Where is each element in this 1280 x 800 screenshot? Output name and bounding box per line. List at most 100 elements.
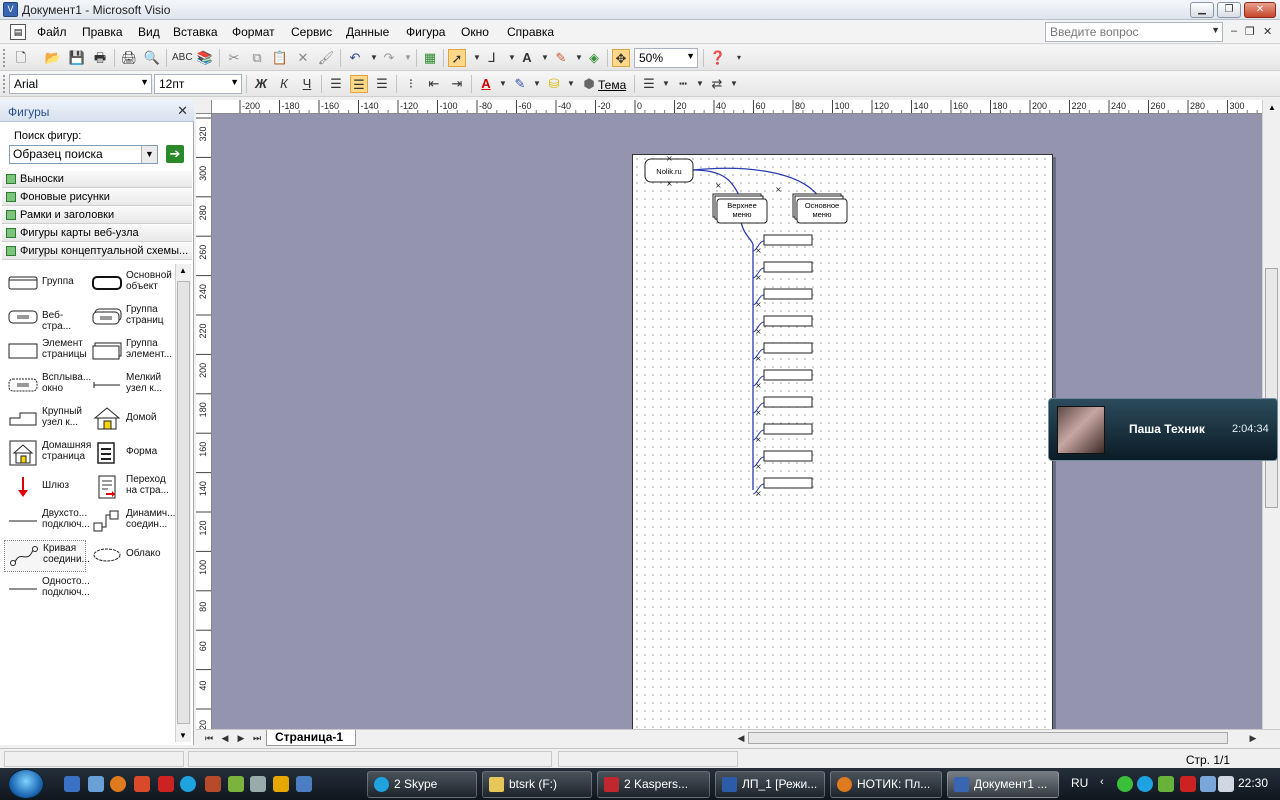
- first-page-icon[interactable]: ⏮: [202, 731, 216, 745]
- scroll-down-icon[interactable]: ▼: [179, 731, 187, 740]
- stencil-callouts[interactable]: Выноски: [2, 171, 192, 188]
- bold-icon[interactable]: Ж: [252, 75, 270, 93]
- scroll-right-icon[interactable]: ▶: [1246, 731, 1260, 745]
- child-node[interactable]: [763, 369, 813, 381]
- shape-dynamic-connector[interactable]: Динамич... соедин...: [88, 506, 175, 538]
- node-main-menu[interactable]: Основное меню: [792, 193, 848, 224]
- font-color-icon[interactable]: A: [477, 75, 495, 93]
- menu-help[interactable]: Справка: [507, 25, 554, 39]
- drawing-tool-icon[interactable]: ✎: [552, 49, 570, 67]
- menu-file[interactable]: Файл: [37, 25, 67, 39]
- scroll-up-icon[interactable]: ▲: [1268, 103, 1276, 112]
- print-preview-icon[interactable]: 🔍: [143, 49, 161, 67]
- toolbar-grip[interactable]: [3, 75, 6, 93]
- language-indicator[interactable]: RU: [1071, 776, 1088, 790]
- shape-page-group[interactable]: Группа страниц: [88, 302, 170, 334]
- menu-data[interactable]: Данные: [346, 25, 389, 39]
- shape-large-node[interactable]: Крупный узел к...: [4, 404, 86, 436]
- shape-form[interactable]: Форма: [88, 438, 170, 470]
- line-ends-icon[interactable]: ⇄: [708, 75, 726, 93]
- prev-page-icon[interactable]: ◀: [218, 731, 232, 745]
- align-left-icon[interactable]: ☰: [327, 75, 345, 93]
- open-folder-icon[interactable]: 📂: [44, 49, 62, 67]
- shape-curved-connector[interactable]: Кривая соедини...: [4, 540, 90, 572]
- permission-icon[interactable]: 🖶: [91, 49, 109, 67]
- shape-small-node[interactable]: Мелкий узел к...: [88, 370, 170, 402]
- skype-notification[interactable]: Паша Техник 2:04:34: [1048, 398, 1278, 461]
- stencil-backgrounds[interactable]: Фоновые рисунки: [2, 189, 192, 206]
- media-player-icon[interactable]: [273, 776, 289, 792]
- task-word-doc[interactable]: ЛП_1 [Режи...: [715, 771, 825, 798]
- undo-icon[interactable]: ↶: [346, 49, 364, 67]
- explorer-icon[interactable]: [88, 776, 104, 792]
- fill-color-dropdown-icon[interactable]: ▼: [562, 75, 580, 93]
- doc-minimize-button[interactable]: –: [1231, 25, 1237, 37]
- font-color-dropdown-icon[interactable]: ▼: [494, 75, 512, 93]
- skype-quick-icon[interactable]: [180, 776, 196, 792]
- task-firefox[interactable]: НОТИК: Пл...: [830, 771, 942, 798]
- page-tab[interactable]: Страница-1: [266, 730, 356, 746]
- line-weight-icon[interactable]: ☰: [640, 75, 658, 93]
- chevron-down-icon[interactable]: ▼: [686, 51, 695, 61]
- print-icon[interactable]: 🖨: [120, 49, 138, 67]
- menu-insert[interactable]: Вставка: [173, 25, 218, 39]
- ruler-corner[interactable]: [196, 100, 212, 114]
- underline-icon[interactable]: Ч: [298, 75, 316, 93]
- node-top-menu[interactable]: Верхнее меню: [712, 193, 768, 224]
- child-node[interactable]: [763, 234, 813, 246]
- line-pattern-dropdown-icon[interactable]: ▼: [691, 75, 709, 93]
- align-right-icon[interactable]: ☰: [373, 75, 391, 93]
- tray-expand-icon[interactable]: ‹: [1100, 776, 1104, 788]
- shapes-window-icon[interactable]: ▦: [421, 49, 439, 67]
- help-search-input[interactable]: Введите вопрос ▼: [1045, 22, 1223, 42]
- menu-edit[interactable]: Правка: [82, 25, 123, 39]
- shape-two-way-connector[interactable]: Двухсто... подключ...: [4, 506, 90, 538]
- tray-network-icon[interactable]: [1200, 776, 1216, 792]
- zoom-combo[interactable]: 50% ▼: [634, 48, 698, 68]
- theme-label[interactable]: Тема: [598, 78, 626, 92]
- font-name-combo[interactable]: Arial ▼: [9, 74, 152, 94]
- shapes-scrollbar[interactable]: ▲ ▼: [175, 264, 191, 742]
- shape-page-jump[interactable]: Переход на стра...: [88, 472, 170, 504]
- child-node[interactable]: [763, 261, 813, 273]
- child-node[interactable]: [763, 450, 813, 462]
- menu-shape[interactable]: Фигура: [406, 25, 445, 39]
- child-node[interactable]: [763, 423, 813, 435]
- tray-volume-icon[interactable]: [1218, 776, 1234, 792]
- archiver-icon[interactable]: [205, 776, 221, 792]
- menu-format[interactable]: Формат: [232, 25, 275, 39]
- child-node[interactable]: [763, 288, 813, 300]
- torrent-icon[interactable]: [228, 776, 244, 792]
- stencil-conceptual[interactable]: Фигуры концептуальной схемы...: [2, 243, 192, 260]
- chevron-down-icon[interactable]: ▼: [1211, 25, 1220, 35]
- redo-icon[interactable]: ↷: [380, 49, 398, 67]
- shape-one-way-connector[interactable]: Односто... подключ...: [4, 574, 90, 606]
- opera-icon[interactable]: [134, 776, 150, 792]
- scrollbar-thumb[interactable]: [177, 281, 190, 724]
- increase-indent-icon[interactable]: ⇥: [448, 75, 466, 93]
- child-node[interactable]: [763, 477, 813, 489]
- fill-color-icon[interactable]: ⛁: [545, 75, 563, 93]
- font-size-combo[interactable]: 12пт ▼: [154, 74, 242, 94]
- line-weight-dropdown-icon[interactable]: ▼: [657, 75, 675, 93]
- delete-icon[interactable]: ✕: [294, 49, 312, 67]
- close-icon[interactable]: ✕: [177, 103, 188, 119]
- close-button[interactable]: ✕: [1244, 2, 1276, 18]
- minimize-button[interactable]: ▁: [1190, 2, 1214, 18]
- doc-close-button[interactable]: ✕: [1263, 25, 1272, 38]
- save-icon[interactable]: 💾: [68, 49, 86, 67]
- shape-web-page[interactable]: Веб-стра...: [4, 302, 86, 334]
- shape-home-page[interactable]: Домашняя страница: [4, 438, 91, 470]
- next-page-icon[interactable]: ▶: [234, 731, 248, 745]
- monitor-icon[interactable]: [296, 776, 312, 792]
- italic-icon[interactable]: К: [275, 75, 293, 93]
- theme-icon[interactable]: ⬢: [580, 75, 598, 93]
- scrollbar-thumb[interactable]: [1265, 268, 1278, 508]
- pointer-tool-icon[interactable]: ➚: [448, 49, 466, 67]
- copy-icon[interactable]: ⧉: [248, 49, 266, 67]
- line-color-icon[interactable]: ✎: [511, 75, 529, 93]
- stencil-borders-titles[interactable]: Рамки и заголовки: [2, 207, 192, 224]
- horizontal-ruler[interactable]: -200 -180 -160 -140 -120 -100 -80 -60 -40 -20 0 20 4…: [212, 100, 1262, 114]
- bullets-icon[interactable]: ⁝: [402, 75, 420, 93]
- help-icon[interactable]: ❓: [709, 49, 727, 67]
